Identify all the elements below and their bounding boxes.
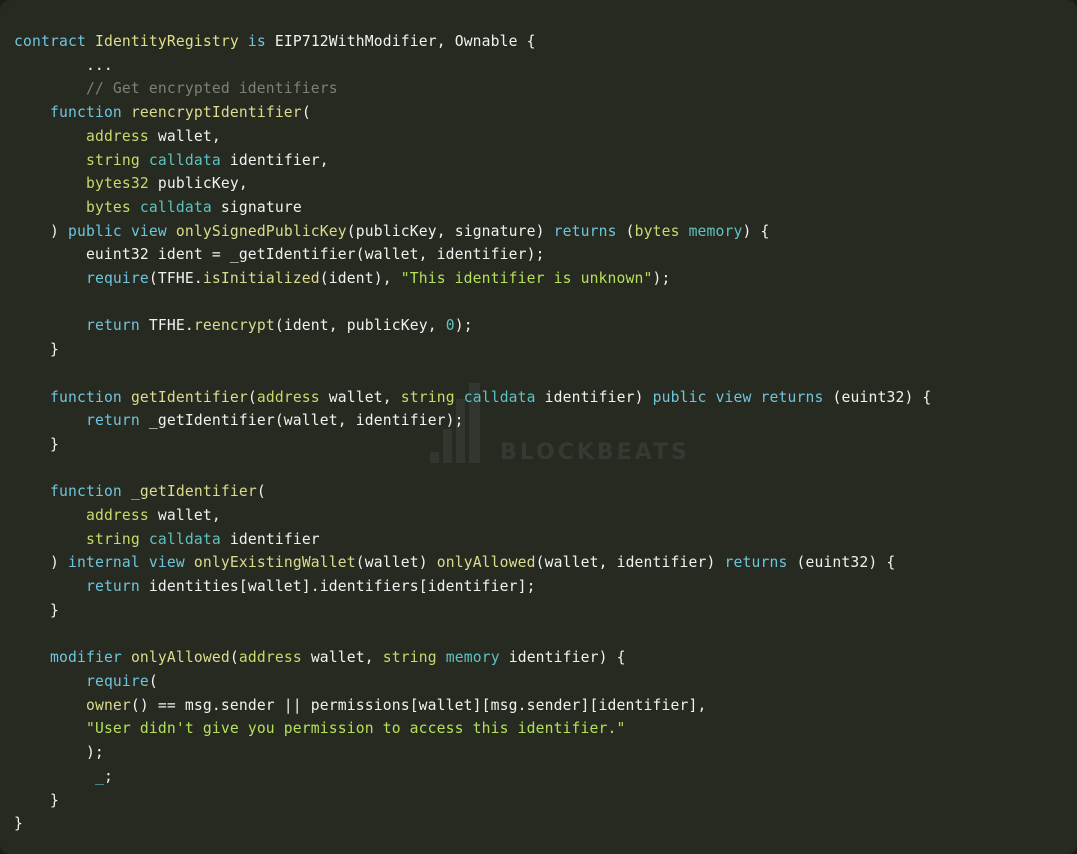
code-line: } <box>14 791 59 809</box>
code-line: contract IdentityRegistry is EIP712WithM… <box>14 33 536 50</box>
code-line: function reencryptIdentifier( <box>49 104 311 122</box>
code-line: } <box>14 435 59 453</box>
code-line: ... <box>14 56 113 74</box>
code-line: bytes32 publicKey, <box>85 175 248 193</box>
code-line: function getIdentifier(address wallet, s… <box>49 388 932 406</box>
code-line: // Get encrypted identifiers <box>14 80 338 98</box>
code-line: euint32 ident = _getIdentifier(wallet, i… <box>14 246 545 264</box>
code-line: ); <box>14 744 104 762</box>
code-screenshot: BLOCKBEATS contract IdentityRegistry is … <box>0 0 1077 854</box>
code-line: address wallet, <box>85 507 221 525</box>
code-line: } <box>14 601 59 619</box>
code-line: "User didn't give you permission to acce… <box>85 720 626 738</box>
code-line: bytes calldata signature <box>85 198 302 216</box>
code-line: } <box>14 815 23 833</box>
code-line: owner() == msg.sender || permissions[wal… <box>85 696 707 714</box>
code-line: require(TFHE.isInitialized(ident), "This… <box>85 270 671 288</box>
code-line: string calldata identifier, <box>85 151 329 169</box>
code-line: ) public view onlySignedPublicKey(public… <box>14 222 770 240</box>
code-line: return TFHE.reencrypt(ident, publicKey, … <box>85 317 473 335</box>
code-line: address wallet, <box>85 127 221 145</box>
code-line: require( <box>85 672 158 690</box>
code-line: modifier onlyAllowed(address wallet, str… <box>49 649 626 667</box>
code-line: } <box>14 341 59 359</box>
code-line: function _getIdentifier( <box>49 483 266 501</box>
code-line: return _getIdentifier(wallet, identifier… <box>85 412 464 430</box>
code-line: return identities[wallet].identifiers[id… <box>85 578 536 596</box>
code-line: ) internal view onlyExistingWallet(walle… <box>14 554 896 572</box>
code-line: string calldata identifier <box>85 530 320 548</box>
code-line: _; <box>94 767 113 785</box>
solidity-code-block: contract IdentityRegistry is EIP712WithM… <box>0 30 1077 836</box>
